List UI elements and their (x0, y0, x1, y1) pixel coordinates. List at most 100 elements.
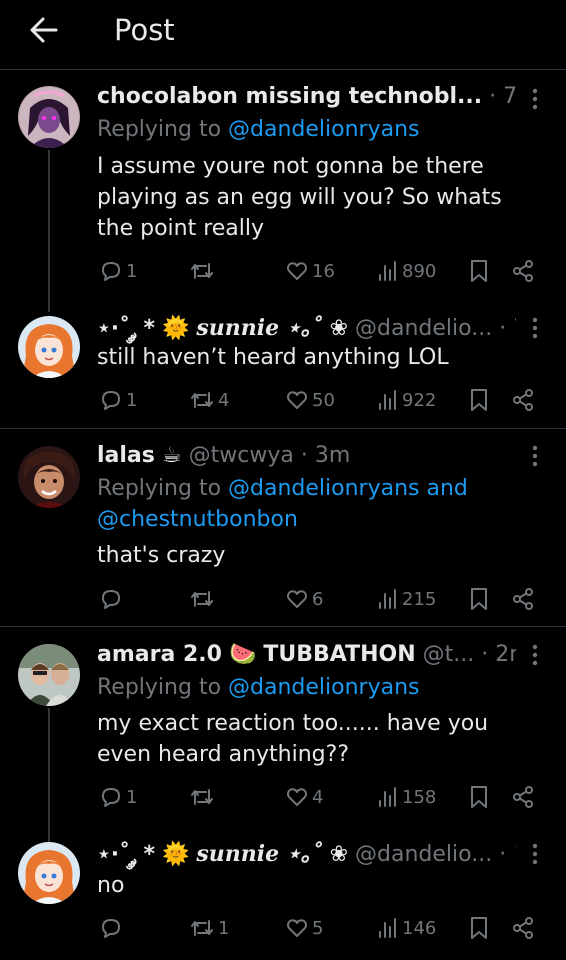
timestamp[interactable]: 1m (513, 842, 516, 867)
timestamp[interactable]: 3m (315, 443, 350, 468)
separator-dot: · (489, 84, 497, 109)
post-header: lalas ☕ @twcwya · 3m (97, 441, 516, 471)
bookmark-button[interactable] (469, 386, 489, 414)
display-name[interactable]: sunnie ⋆｡˚ (196, 841, 322, 867)
reply-post[interactable]: lalas ☕ @twcwya · 3m Replying to @dandel… (0, 428, 566, 626)
post-header: ⋆·˚ ༘ * 🌞 sunnie ⋆｡˚ ❀ @dandelio... · 7m (97, 313, 516, 344)
bookmark-button[interactable] (469, 585, 489, 613)
flower-emoji: ❀ (329, 316, 349, 341)
reply-icon (102, 590, 120, 609)
replying-prefix: Replying to (97, 675, 229, 700)
bookmark-button[interactable] (469, 783, 489, 811)
timestamp[interactable]: 2m (495, 642, 516, 667)
display-name[interactable]: sunnie ⋆｡˚ (196, 315, 322, 341)
more-vertical-icon (532, 843, 538, 865)
repost-button[interactable] (189, 585, 218, 613)
views-icon (379, 918, 396, 938)
handle[interactable]: @twcwya (189, 443, 294, 468)
views-button[interactable]: 158 (377, 783, 436, 811)
mention-link[interactable]: @dandelionryans (228, 675, 419, 700)
share-icon (513, 786, 533, 808)
views-button[interactable]: 922 (377, 386, 436, 414)
views-icon (379, 787, 396, 807)
share-icon (513, 917, 533, 939)
repost-button[interactable]: 4 (189, 386, 229, 414)
more-options-button[interactable] (522, 313, 548, 343)
repost-icon (191, 263, 213, 279)
flower-emoji: ❀ (329, 842, 349, 867)
avatar[interactable] (18, 316, 80, 378)
more-vertical-icon (532, 88, 538, 110)
bookmark-button[interactable] (469, 914, 489, 942)
action-bar: 1 4 50 922 (97, 386, 547, 414)
reply-button[interactable] (99, 914, 126, 942)
handle[interactable]: @dandelio... (355, 842, 492, 867)
action-bar: 1 4 158 (97, 783, 547, 811)
replies-count: 1 (126, 389, 138, 411)
reply-icon (102, 391, 120, 410)
share-button[interactable] (511, 914, 535, 942)
avatar[interactable] (18, 446, 80, 508)
post-text: my exact reaction too...... have you eve… (97, 711, 489, 767)
likes-count: 16 (312, 260, 335, 282)
separator-dot: · (300, 443, 308, 468)
coffee-emoji: ☕ (161, 443, 182, 468)
heart-icon (286, 590, 308, 608)
post-text: no (97, 873, 125, 898)
reply-button[interactable] (99, 585, 126, 613)
views-button[interactable]: 890 (377, 257, 436, 285)
reply-button[interactable]: 1 (99, 783, 137, 811)
reply-icon (102, 788, 120, 807)
repost-button[interactable] (189, 257, 218, 285)
views-count: 146 (402, 917, 437, 939)
avatar[interactable] (18, 86, 80, 148)
timestamp[interactable]: 7m (503, 84, 516, 109)
more-options-button[interactable] (522, 839, 548, 869)
display-name[interactable]: chocolabon missing technobl... (97, 84, 482, 109)
handle[interactable]: @t... (423, 642, 475, 667)
repost-button[interactable]: 1 (189, 914, 229, 942)
bookmark-icon (471, 260, 487, 282)
views-button[interactable]: 215 (377, 585, 436, 613)
bookmark-button[interactable] (469, 257, 489, 285)
reposts-count: 4 (218, 389, 230, 411)
share-button[interactable] (511, 585, 535, 613)
more-options-button[interactable] (522, 84, 548, 114)
like-button[interactable]: 6 (285, 585, 323, 613)
handle[interactable]: @dandelio... (355, 316, 492, 341)
share-button[interactable] (511, 783, 535, 811)
reply-post[interactable]: amara 2.0 🍉 TUBBATHON @t... · 2m Replyin… (0, 626, 566, 826)
heart-icon (286, 262, 308, 280)
views-count: 215 (402, 588, 437, 610)
avatar[interactable] (18, 842, 80, 904)
display-name-suffix[interactable]: TUBBATHON (263, 642, 415, 667)
timestamp[interactable]: 7m (513, 316, 516, 341)
replies-count: 1 (126, 260, 138, 282)
views-count: 890 (402, 260, 437, 282)
reply-button[interactable]: 1 (99, 257, 137, 285)
likes-count: 6 (312, 588, 324, 610)
more-options-button[interactable] (522, 441, 548, 471)
like-button[interactable]: 16 (285, 257, 335, 285)
reposts-count: 1 (218, 917, 230, 939)
more-options-button[interactable] (522, 640, 548, 670)
share-button[interactable] (511, 257, 535, 285)
like-button[interactable]: 5 (285, 914, 323, 942)
reply-post[interactable]: chocolabon missing technobl... · 7m Repl… (0, 0, 566, 300)
post-header: ⋆·˚ ༘ * 🌞 sunnie ⋆｡˚ ❀ @dandelio... · 1m (97, 839, 516, 870)
reply-post[interactable]: ⋆·˚ ༘ * 🌞 sunnie ⋆｡˚ ❀ @dandelio... · 1m… (0, 826, 566, 960)
share-button[interactable] (511, 386, 535, 414)
likes-count: 5 (312, 917, 324, 939)
avatar[interactable] (18, 644, 80, 706)
like-button[interactable]: 50 (285, 386, 335, 414)
mention-link[interactable]: @dandelionryans (228, 117, 419, 142)
repost-button[interactable] (189, 783, 218, 811)
bookmark-icon (471, 786, 487, 808)
display-name[interactable]: lalas (97, 443, 155, 468)
like-button[interactable]: 4 (285, 783, 323, 811)
reply-post[interactable]: ⋆·˚ ༘ * 🌞 sunnie ⋆｡˚ ❀ @dandelio... · 7m… (0, 300, 566, 428)
display-name[interactable]: amara 2.0 (97, 642, 222, 667)
reply-button[interactable]: 1 (99, 386, 137, 414)
views-button[interactable]: 146 (377, 914, 436, 942)
repost-icon (191, 591, 213, 607)
